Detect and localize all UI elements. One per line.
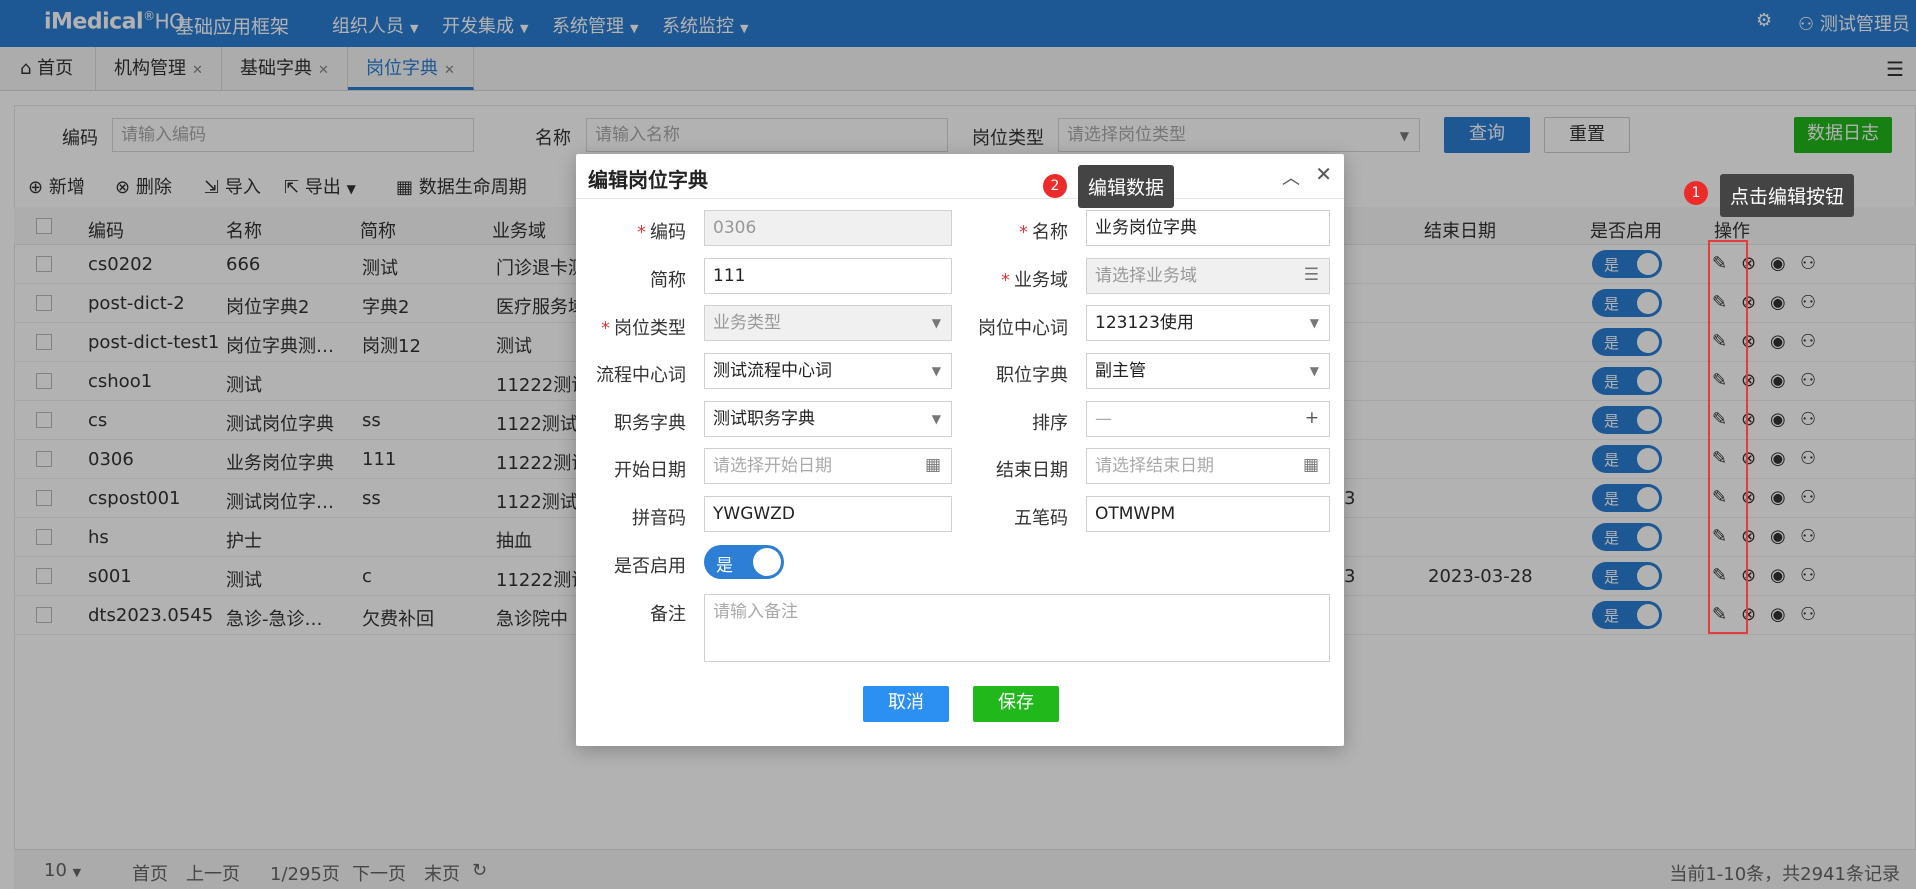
domain-label: * 业务域	[1001, 270, 1068, 291]
dialog-title: 编辑岗位字典	[588, 168, 708, 192]
sort-stepper[interactable]: — +	[1086, 401, 1330, 437]
chevron-down-icon: ▼	[931, 316, 941, 330]
collapse-icon[interactable]: ︿	[1282, 164, 1300, 190]
enabled-label: 是否启用	[614, 556, 686, 577]
post-type-select[interactable]: 业务类型 ▼	[704, 305, 952, 341]
pinyin-label: 拼音码	[632, 508, 686, 529]
calendar-icon: ▦	[1302, 455, 1319, 475]
post-center-label: 岗位中心词	[978, 318, 1068, 339]
name-label: * 名称	[1019, 222, 1068, 243]
short-name-field[interactable]: 111	[704, 258, 952, 294]
dialog-divider	[576, 198, 1344, 199]
end-date-label: 结束日期	[996, 460, 1068, 481]
step-1-badge: 1	[1684, 181, 1708, 205]
chevron-down-icon: ▼	[1309, 316, 1319, 330]
remark-label: 备注	[650, 604, 686, 625]
pinyin-field[interactable]: YWGWZD	[704, 496, 952, 532]
chevron-down-icon: ▼	[1309, 364, 1319, 378]
calendar-icon: ▦	[924, 455, 941, 475]
chevron-down-icon: ▼	[931, 412, 941, 426]
step-2-tooltip: 编辑数据	[1078, 165, 1175, 208]
plus-icon[interactable]: +	[1305, 408, 1319, 428]
duty-dict-select[interactable]: 测试职务字典 ▼	[704, 401, 952, 437]
minus-icon[interactable]: —	[1095, 409, 1112, 429]
domain-select[interactable]: 请选择业务域 ☰	[1086, 258, 1330, 294]
enabled-toggle[interactable]: 是	[704, 545, 784, 579]
step-1-tooltip: 点击编辑按钮	[1720, 174, 1855, 217]
step-2-badge: 2	[1043, 174, 1067, 198]
sort-label: 排序	[1032, 413, 1068, 434]
wubi-label: 五笔码	[1014, 508, 1068, 529]
start-date-label: 开始日期	[614, 460, 686, 481]
code-label: * 编码	[637, 222, 686, 243]
duty-dict-label: 职务字典	[614, 413, 686, 434]
remark-textarea[interactable]: 请输入备注	[704, 594, 1330, 662]
cancel-button[interactable]: 取消	[863, 686, 949, 722]
end-date-picker[interactable]: 请选择结束日期 ▦	[1086, 448, 1330, 484]
post-center-select[interactable]: 123123使用 ▼	[1086, 305, 1330, 341]
code-field[interactable]: 0306	[704, 210, 952, 246]
edit-post-dict-dialog: 编辑岗位字典 ︿ ✕ * 编码 0306 * 名称 业务岗位字典 简称 111 * 业…	[576, 154, 1344, 746]
flow-center-select[interactable]: 测试流程中心词 ▼	[704, 353, 952, 389]
flow-center-label: 流程中心词	[596, 365, 686, 386]
position-dict-select[interactable]: 副主管 ▼	[1086, 353, 1330, 389]
list-icon: ☰	[1303, 265, 1319, 285]
chevron-down-icon: ▼	[931, 364, 941, 378]
short-name-label: 简称	[650, 270, 686, 291]
close-icon[interactable]: ✕	[1315, 162, 1332, 186]
name-field[interactable]: 业务岗位字典	[1086, 210, 1330, 246]
save-button[interactable]: 保存	[973, 686, 1059, 722]
wubi-field[interactable]: OTMWPM	[1086, 496, 1330, 532]
post-type-label: * 岗位类型	[601, 318, 686, 339]
edit-column-highlight	[1708, 240, 1748, 634]
start-date-picker[interactable]: 请选择开始日期 ▦	[704, 448, 952, 484]
position-dict-label: 职位字典	[996, 365, 1068, 386]
